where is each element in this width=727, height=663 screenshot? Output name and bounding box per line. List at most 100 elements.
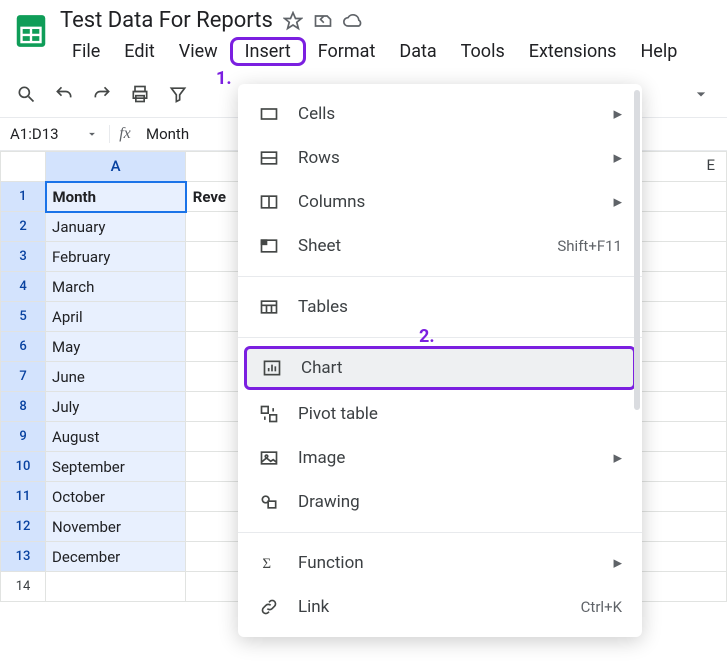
cell[interactable]: July bbox=[46, 392, 186, 422]
menu-item-label: Function bbox=[298, 553, 595, 573]
menu-tools[interactable]: Tools bbox=[449, 37, 517, 66]
cell[interactable]: December bbox=[46, 542, 186, 572]
cell[interactable]: April bbox=[46, 302, 186, 332]
move-icon[interactable] bbox=[313, 11, 333, 31]
menu-bar: File Edit View Insert Format Data Tools … bbox=[60, 33, 719, 72]
menu-insert[interactable]: Insert bbox=[230, 37, 306, 66]
cell[interactable]: January bbox=[46, 212, 186, 242]
menu-format[interactable]: Format bbox=[306, 37, 388, 66]
cell[interactable]: May bbox=[46, 332, 186, 362]
insert-menu-dropdown: Cells ▸ Rows ▸ Columns ▸ Sheet Shift+F11… bbox=[238, 84, 642, 637]
menu-data[interactable]: Data bbox=[387, 37, 448, 66]
sheet-icon bbox=[258, 235, 280, 257]
document-title[interactable]: Test Data For Reports bbox=[60, 8, 273, 33]
row-header[interactable]: 7 bbox=[1, 362, 46, 392]
menu-separator bbox=[238, 276, 642, 277]
menu-item-label: Pivot table bbox=[298, 404, 622, 424]
link-icon bbox=[258, 596, 280, 618]
menu-item-label: Sheet bbox=[298, 236, 539, 256]
menu-item-label: Rows bbox=[298, 148, 595, 168]
drawing-icon bbox=[258, 491, 280, 513]
menu-separator bbox=[238, 337, 642, 338]
undo-icon[interactable] bbox=[52, 82, 76, 106]
cell[interactable] bbox=[46, 572, 186, 602]
submenu-arrow-icon: ▸ bbox=[613, 553, 622, 573]
menu-edit[interactable]: Edit bbox=[112, 37, 166, 66]
rows-icon bbox=[258, 147, 280, 169]
menu-view[interactable]: View bbox=[167, 37, 230, 66]
chart-icon bbox=[261, 357, 283, 379]
row-header[interactable]: 9 bbox=[1, 422, 46, 452]
cell[interactable]: Month bbox=[46, 182, 186, 212]
row-header[interactable]: 10 bbox=[1, 452, 46, 482]
row-header[interactable]: 4 bbox=[1, 272, 46, 302]
menu-item-shortcut: Shift+F11 bbox=[557, 237, 622, 255]
submenu-arrow-icon: ▸ bbox=[613, 104, 622, 124]
row-header[interactable]: 2 bbox=[1, 212, 46, 242]
menu-item-pivot-table[interactable]: Pivot table bbox=[238, 392, 642, 436]
menu-item-rows[interactable]: Rows ▸ bbox=[238, 136, 642, 180]
row-header[interactable]: 5 bbox=[1, 302, 46, 332]
menu-item-label: Tables bbox=[298, 297, 622, 317]
star-icon[interactable] bbox=[283, 11, 303, 31]
row-header[interactable]: 3 bbox=[1, 242, 46, 272]
submenu-arrow-icon: ▸ bbox=[613, 192, 622, 212]
menu-file[interactable]: File bbox=[60, 37, 112, 66]
menu-separator bbox=[238, 532, 642, 533]
annotation-1: 1. bbox=[216, 68, 232, 89]
menu-item-drawing[interactable]: Drawing bbox=[238, 480, 642, 524]
svg-text:Σ: Σ bbox=[262, 556, 271, 572]
submenu-arrow-icon: ▸ bbox=[613, 148, 622, 168]
function-icon: Σ bbox=[258, 552, 280, 574]
submenu-arrow-icon: ▸ bbox=[613, 448, 622, 468]
name-box[interactable]: A1:D13 bbox=[0, 125, 110, 143]
menu-item-function[interactable]: Σ Function ▸ bbox=[238, 541, 642, 585]
tables-icon bbox=[258, 296, 280, 318]
menu-item-label: Chart bbox=[301, 358, 619, 378]
cell[interactable]: September bbox=[46, 452, 186, 482]
cells-icon bbox=[258, 103, 280, 125]
sheets-logo[interactable] bbox=[10, 10, 52, 52]
menu-item-shortcut: Ctrl+K bbox=[581, 598, 622, 616]
row-header[interactable]: 14 bbox=[1, 572, 46, 602]
menu-item-label: Cells bbox=[298, 104, 595, 124]
menu-item-cells[interactable]: Cells ▸ bbox=[238, 92, 642, 136]
select-all-corner[interactable] bbox=[1, 152, 46, 182]
col-header-a[interactable]: A bbox=[46, 152, 186, 182]
menu-item-tables[interactable]: Tables bbox=[238, 285, 642, 329]
row-header[interactable]: 13 bbox=[1, 542, 46, 572]
filter-icon[interactable] bbox=[166, 82, 190, 106]
search-icon[interactable] bbox=[14, 82, 38, 106]
name-box-value: A1:D13 bbox=[10, 125, 59, 143]
menu-item-columns[interactable]: Columns ▸ bbox=[238, 180, 642, 224]
chevron-down-icon bbox=[85, 127, 99, 141]
row-header[interactable]: 12 bbox=[1, 512, 46, 542]
menu-help[interactable]: Help bbox=[628, 37, 689, 66]
cell[interactable]: October bbox=[46, 482, 186, 512]
cloud-status-icon[interactable] bbox=[343, 11, 363, 31]
col-header-e[interactable]: E bbox=[706, 151, 715, 179]
cell[interactable]: August bbox=[46, 422, 186, 452]
menu-item-chart[interactable]: Chart bbox=[244, 346, 636, 390]
menu-item-link[interactable]: Link Ctrl+K bbox=[238, 585, 642, 629]
menu-item-label: Drawing bbox=[298, 492, 622, 512]
row-header[interactable]: 1 bbox=[1, 182, 46, 212]
image-icon bbox=[258, 447, 280, 469]
row-header[interactable]: 11 bbox=[1, 482, 46, 512]
print-icon[interactable] bbox=[128, 82, 152, 106]
cell[interactable]: March bbox=[46, 272, 186, 302]
cell[interactable]: June bbox=[46, 362, 186, 392]
row-header[interactable]: 6 bbox=[1, 332, 46, 362]
menu-item-label: Link bbox=[298, 597, 563, 617]
menu-extensions[interactable]: Extensions bbox=[517, 37, 629, 66]
cell[interactable]: February bbox=[46, 242, 186, 272]
menu-item-sheet[interactable]: Sheet Shift+F11 bbox=[238, 224, 642, 268]
row-header[interactable]: 8 bbox=[1, 392, 46, 422]
cell[interactable]: November bbox=[46, 512, 186, 542]
pivot-table-icon bbox=[258, 403, 280, 425]
annotation-2: 2. bbox=[419, 326, 435, 347]
redo-icon[interactable] bbox=[90, 82, 114, 106]
columns-icon bbox=[258, 191, 280, 213]
menu-item-image[interactable]: Image ▸ bbox=[238, 436, 642, 480]
toolbar-more-icon[interactable] bbox=[689, 82, 713, 106]
